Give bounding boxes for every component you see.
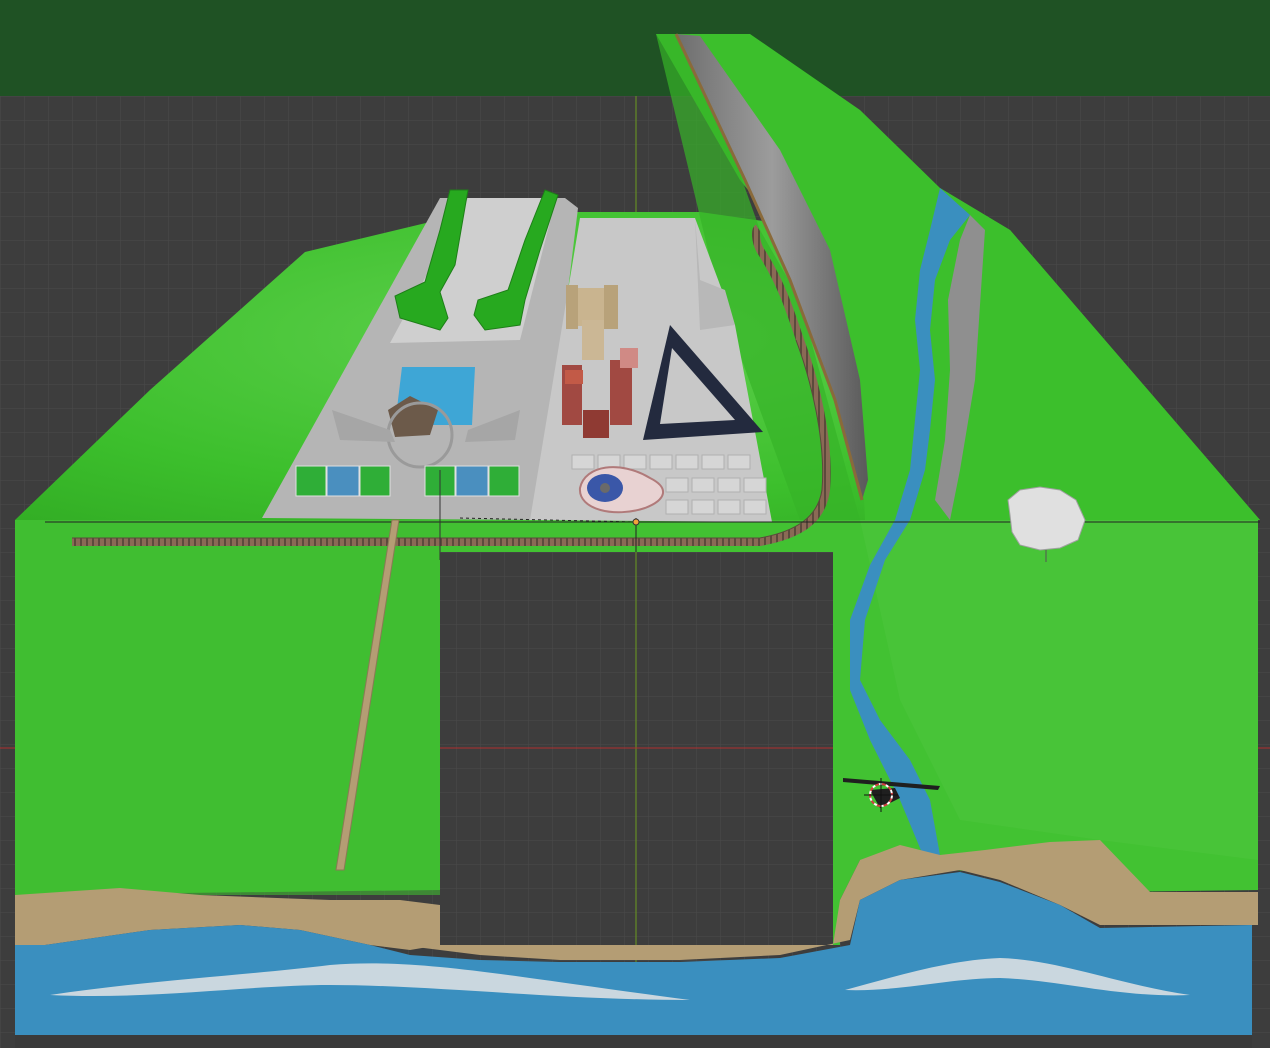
sea-bottom-band: [15, 1035, 1252, 1048]
scene-canvas[interactable]: [0, 0, 1270, 1048]
active-object-origin[interactable]: [632, 518, 640, 526]
terrain-near-field-shade-left: [15, 520, 440, 895]
3d-viewport[interactable]: [0, 0, 1270, 1048]
viewport-header-band: [0, 0, 1270, 96]
